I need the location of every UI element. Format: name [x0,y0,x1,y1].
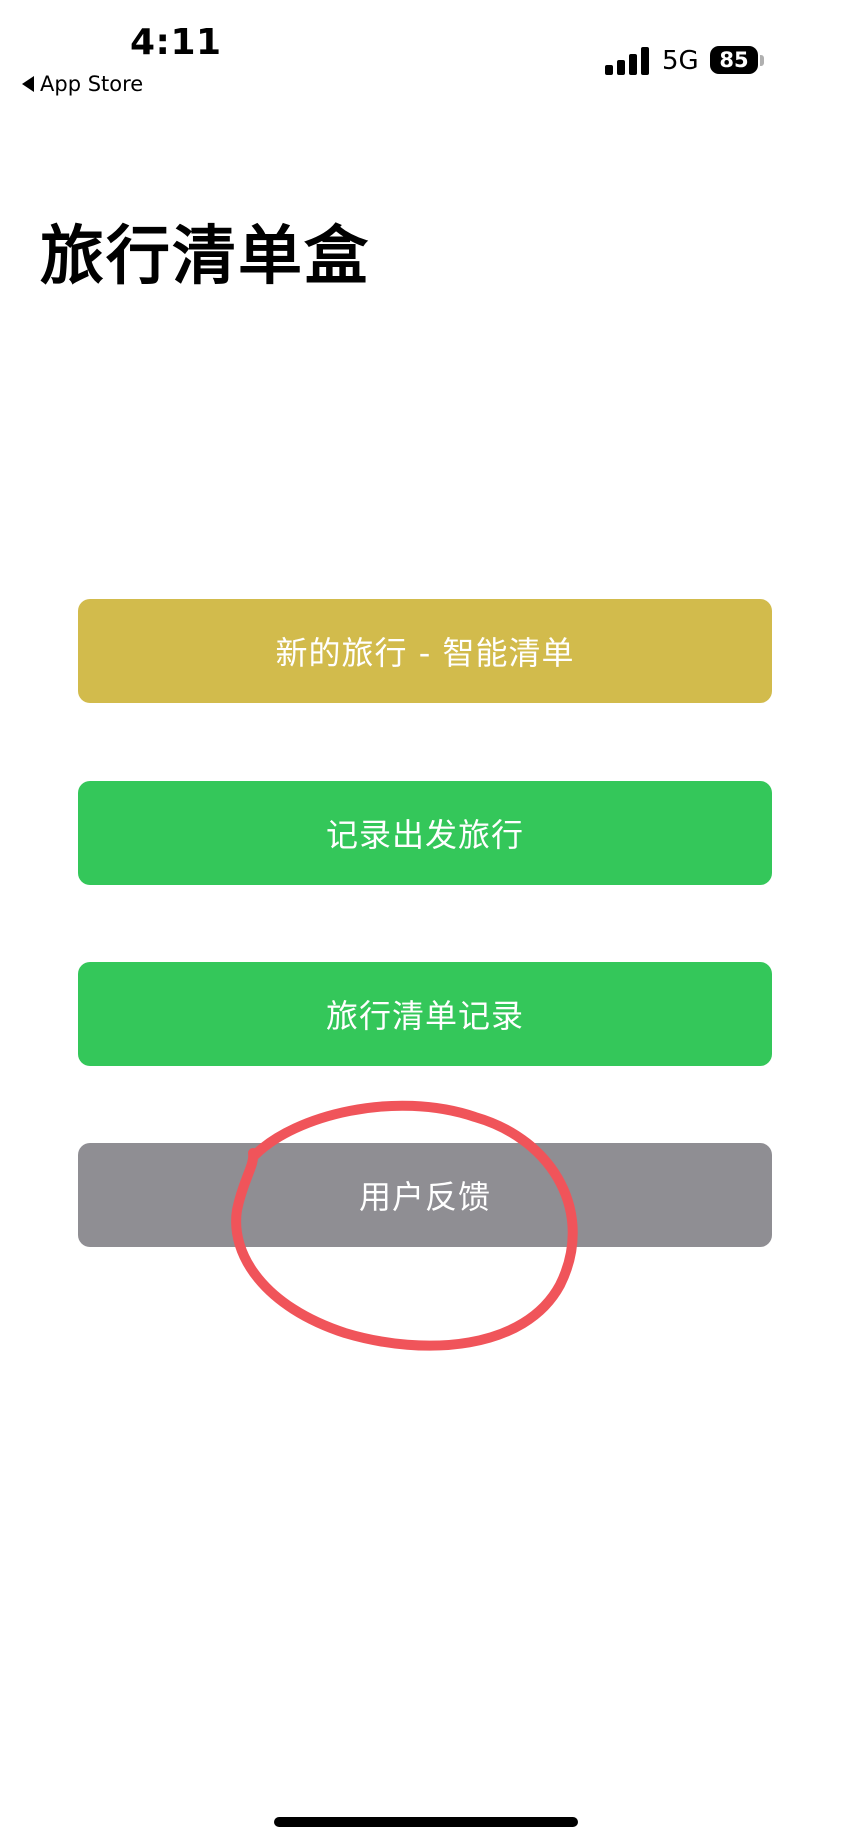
trip-list-history-button[interactable]: 旅行清单记录 [78,962,772,1066]
back-to-app-store-link[interactable]: App Store [22,72,143,96]
record-departure-button[interactable]: 记录出发旅行 [78,781,772,885]
battery-level: 85 [719,48,749,72]
user-feedback-button[interactable]: 用户反馈 [78,1143,772,1247]
page-title: 旅行清单盒 [40,220,370,294]
home-indicator[interactable] [274,1817,578,1827]
cellular-signal-icon [605,47,649,75]
status-time: 4:11 [130,22,222,63]
network-type: 5G [662,46,699,76]
back-arrow-icon [22,76,34,92]
battery-icon: 85 [710,46,758,74]
status-indicators: 5G 85 [600,44,850,78]
back-link-label: App Store [40,72,144,96]
new-trip-smart-list-button[interactable]: 新的旅行 - 智能清单 [78,599,772,703]
battery-tip [760,55,764,66]
